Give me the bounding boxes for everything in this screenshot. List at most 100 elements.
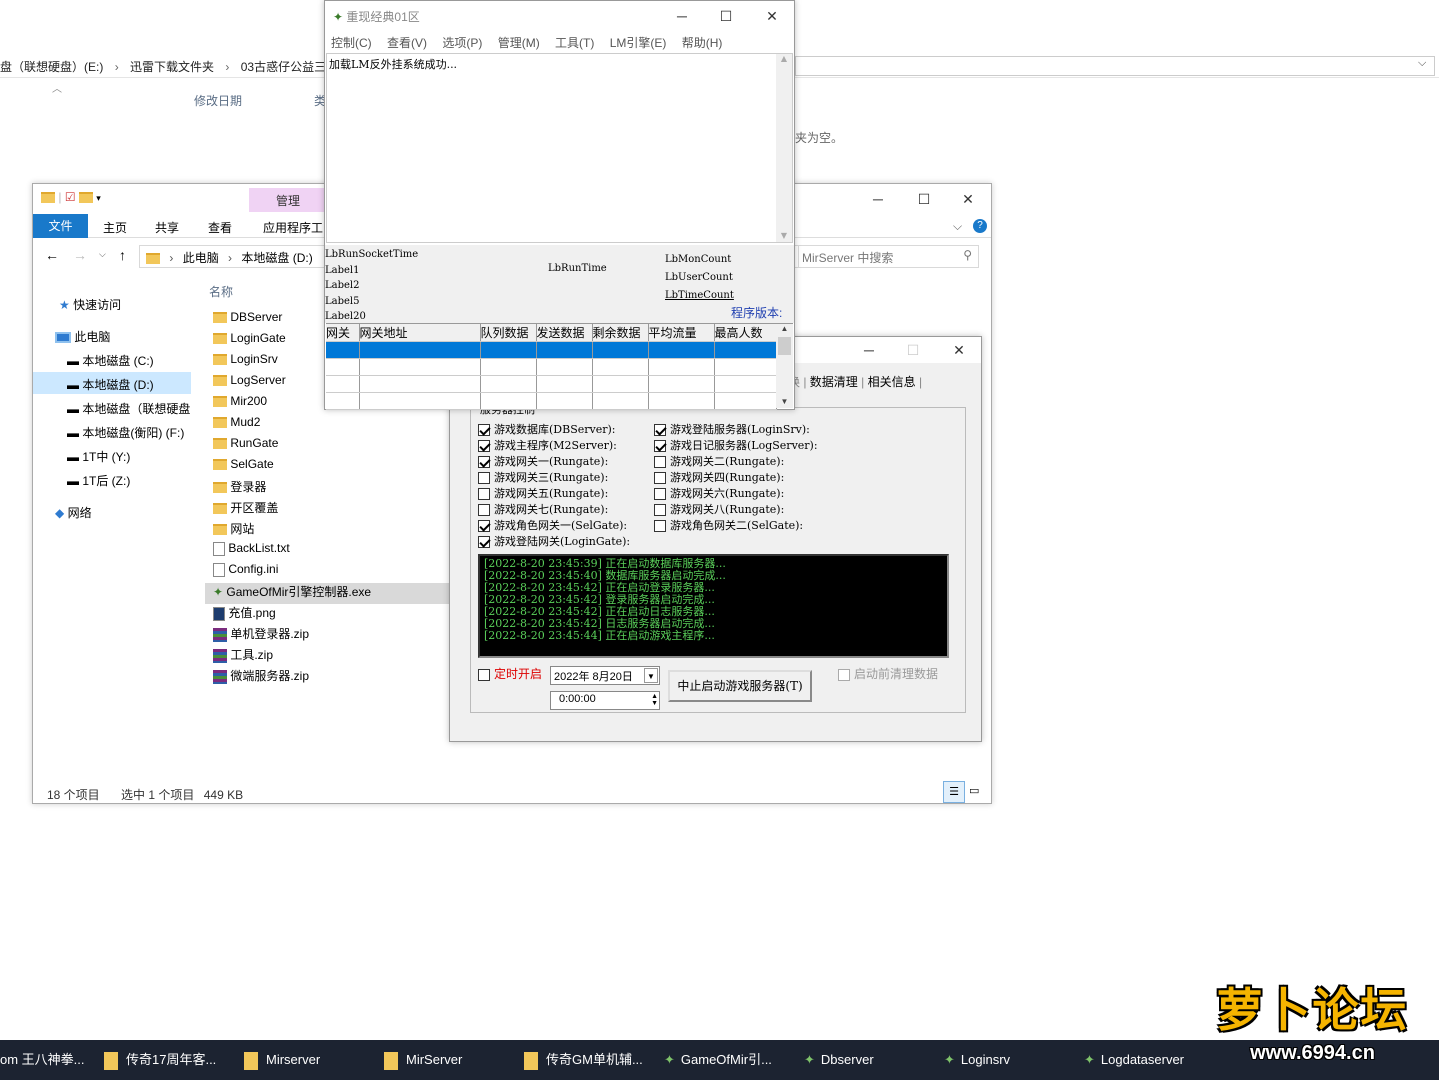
tab-data-clean[interactable]: 数据清理 <box>810 375 858 389</box>
checkbox[interactable] <box>478 520 490 532</box>
col-queue-data[interactable]: 队列数据 <box>480 324 537 342</box>
menu-control[interactable]: 控制(C) <box>331 36 372 50</box>
table-row[interactable] <box>326 358 777 376</box>
breadcrumb-item[interactable]: 此电脑 <box>183 251 219 265</box>
minimize-button[interactable]: ─ <box>659 1 705 31</box>
check-logingate[interactable]: 游戏登陆网关(LoginGate): <box>478 534 630 550</box>
gateway-grid[interactable]: 网关 网关地址 队列数据 发送数据 剩余数据 平均流量 最高人数 ▲ ▼ <box>326 323 793 410</box>
checkbox[interactable] <box>478 440 490 452</box>
menu-tools[interactable]: 工具(T) <box>555 36 594 50</box>
tab-home[interactable]: 主页 <box>103 219 127 236</box>
new-folder-icon[interactable] <box>78 192 93 204</box>
grid-scrollbar[interactable]: ▲ ▼ <box>776 324 793 408</box>
taskbar-item[interactable]: 传奇17周年客... <box>104 1040 240 1080</box>
properties-icon[interactable]: ☑ <box>65 190 76 204</box>
checkbox[interactable] <box>654 440 666 452</box>
help-icon[interactable]: ? <box>973 219 987 233</box>
taskbar-item[interactable]: ✦ Logdataserver <box>1084 1040 1204 1080</box>
date-picker[interactable]: 2022年 8月20日 ▼ <box>550 666 660 685</box>
checkbox[interactable] <box>654 504 666 516</box>
search-input[interactable]: MirServer 中搜索 ⚲ <box>793 245 979 268</box>
taskbar-item[interactable]: 传奇GM单机辅... <box>524 1040 660 1080</box>
check-rungate-3[interactable]: 游戏网关三(Rungate): <box>478 470 608 486</box>
checkbox[interactable] <box>654 472 666 484</box>
check-rungate-2[interactable]: 游戏网关二(Rungate): <box>654 454 784 470</box>
maximize-button[interactable]: ☐ <box>901 184 947 214</box>
taskbar-item[interactable]: om 王八神拳... <box>0 1040 100 1080</box>
recent-icon[interactable]: ⌵ <box>99 249 106 260</box>
menu-options[interactable]: 选项(P) <box>442 36 482 50</box>
list-item[interactable]: BackList.txt <box>205 541 449 562</box>
list-item[interactable]: Mud2 <box>205 415 449 436</box>
chevron-down-icon[interactable]: ⌵ <box>1418 57 1426 70</box>
minimize-button[interactable]: ─ <box>855 184 901 214</box>
maximize-button[interactable]: ☐ <box>703 1 749 31</box>
col-remain-data[interactable]: 剩余数据 <box>592 324 649 342</box>
column-name[interactable]: 名称 <box>209 283 233 300</box>
close-button[interactable]: ✕ <box>936 337 982 363</box>
breadcrumb-item[interactable]: 03古惑仔公益三 <box>241 60 326 74</box>
tab-related-info[interactable]: 相关信息 <box>868 375 916 389</box>
col-gateway[interactable]: 网关 <box>326 324 360 342</box>
col-max-users[interactable]: 最高人数 <box>714 324 777 342</box>
nav-drive-z[interactable]: ▬ 1T后 (Z:) <box>67 472 130 489</box>
check-rungate-1[interactable]: 游戏网关一(Rungate): <box>478 454 608 470</box>
tab-view[interactable]: 查看 <box>208 219 232 236</box>
time-picker[interactable]: 0:00:00 ▲ ▼ <box>550 691 660 710</box>
list-item[interactable]: 微端服务器.zip <box>205 667 449 688</box>
list-item[interactable]: SelGate <box>205 457 449 478</box>
check-selgate-1[interactable]: 游戏角色网关一(SelGate): <box>478 518 627 534</box>
list-item[interactable]: 单机登录器.zip <box>205 625 449 646</box>
check-selgate-2[interactable]: 游戏角色网关二(SelGate): <box>654 518 803 534</box>
list-item[interactable]: 登录器 <box>205 478 449 499</box>
close-button[interactable]: ✕ <box>749 1 795 31</box>
checkbox[interactable] <box>478 488 490 500</box>
check-m2server[interactable]: 游戏主程序(M2Server): <box>478 438 617 454</box>
checkbox[interactable] <box>654 520 666 532</box>
col-send-data[interactable]: 发送数据 <box>536 324 593 342</box>
checkbox[interactable] <box>478 504 490 516</box>
checkbox[interactable] <box>654 488 666 500</box>
checkbox[interactable] <box>478 424 490 436</box>
table-row[interactable] <box>326 375 777 393</box>
clean-before-start-check[interactable]: 启动前清理数据 <box>838 666 938 682</box>
minimize-button[interactable]: ─ <box>846 337 892 363</box>
taskbar-item[interactable]: ✦ Dbserver <box>804 1040 940 1080</box>
nav-drive-e[interactable]: ▬ 本地磁盘（联想硬盘 <box>67 400 190 417</box>
list-item[interactable]: 网站 <box>205 520 449 541</box>
back-icon[interactable]: ← <box>45 247 59 263</box>
check-rungate-7[interactable]: 游戏网关七(Rungate): <box>478 502 608 518</box>
up-icon[interactable]: ↑ <box>119 247 126 263</box>
breadcrumb-item[interactable]: 盘（联想硬盘）(E:) <box>0 60 103 74</box>
checkbox[interactable] <box>478 536 490 548</box>
forward-icon[interactable]: → <box>73 247 87 263</box>
ribbon-manage-tab[interactable]: 管理 <box>249 188 327 212</box>
tab-app-tools[interactable]: 应用程序工 <box>263 219 323 236</box>
checkbox[interactable] <box>654 456 666 468</box>
large-icons-view-icon[interactable]: ▭ <box>969 784 979 797</box>
tab-share[interactable]: 共享 <box>155 219 179 236</box>
log-memo[interactable]: 加载LM反外挂系统成功... ▲ ▼ <box>326 53 793 243</box>
nav-drive-f[interactable]: ▬ 本地磁盘(衡阳) (F:) <box>67 424 184 441</box>
check-rungate-5[interactable]: 游戏网关五(Rungate): <box>478 486 608 502</box>
list-item[interactable]: RunGate <box>205 436 449 457</box>
nav-drive-c[interactable]: ▬ 本地磁盘 (C:) <box>67 352 154 369</box>
checkbox[interactable] <box>838 668 850 681</box>
chevron-down-icon[interactable]: ▼ <box>644 668 658 683</box>
maximize-button[interactable]: ☐ <box>890 337 936 363</box>
table-row-selected[interactable] <box>326 341 777 359</box>
list-item[interactable]: Config.ini <box>205 562 449 583</box>
check-loginsrv[interactable]: 游戏登陆服务器(LoginSrv): <box>654 422 810 438</box>
expand-ribbon-icon[interactable]: ⌵ <box>953 219 962 234</box>
memo-scrollbar[interactable]: ▲ ▼ <box>776 54 792 242</box>
list-item-selected[interactable]: ✦ GameOfMir引擎控制器.exe <box>205 583 449 604</box>
menu-lm-engine[interactable]: LM引擎(E) <box>610 36 667 50</box>
stop-start-button[interactable]: 中止启动游戏服务器(T) <box>668 670 812 702</box>
nav-this-pc[interactable]: 此电脑 <box>55 328 110 345</box>
check-rungate-6[interactable]: 游戏网关六(Rungate): <box>654 486 784 502</box>
taskbar-item[interactable]: MirServer <box>384 1040 520 1080</box>
check-rungate-8[interactable]: 游戏网关八(Rungate): <box>654 502 784 518</box>
checkbox[interactable] <box>478 456 490 468</box>
nav-network[interactable]: ◆ 网络 <box>55 504 92 521</box>
menu-manage[interactable]: 管理(M) <box>498 36 540 50</box>
